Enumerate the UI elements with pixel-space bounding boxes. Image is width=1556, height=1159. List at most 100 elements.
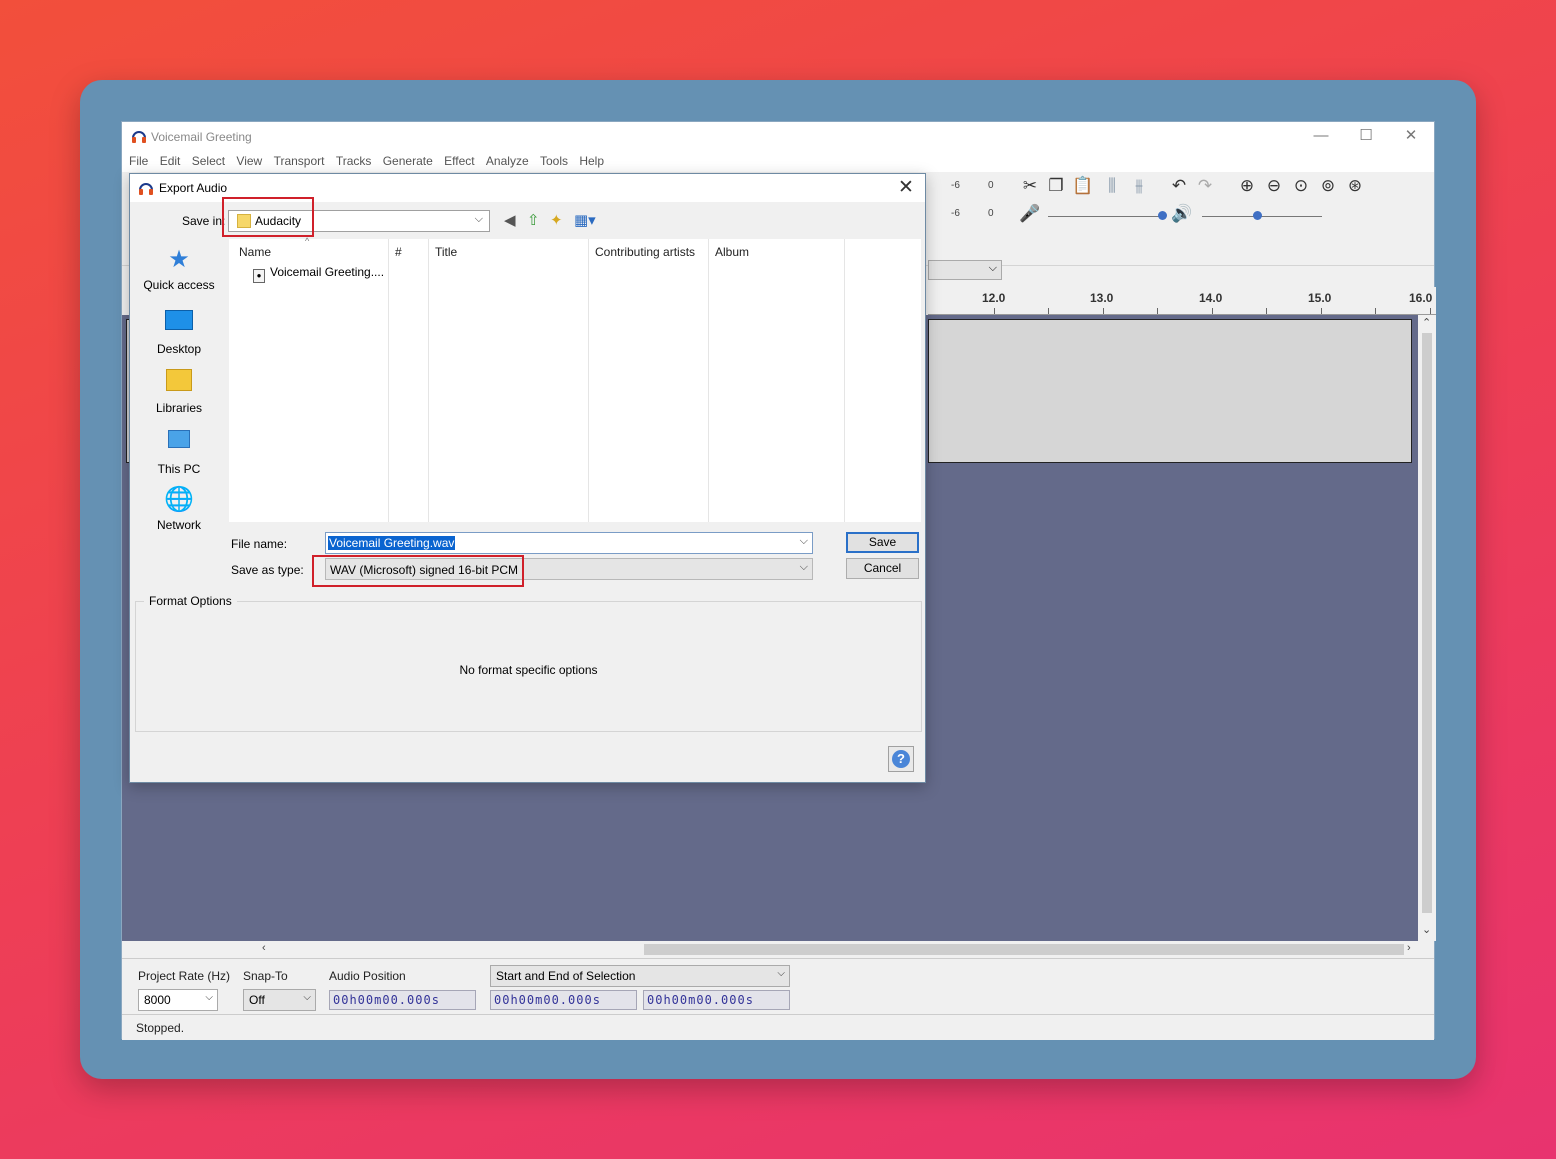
vertical-scrollbar[interactable]: ⌃ ⌄	[1418, 315, 1436, 941]
format-options-label: Format Options	[144, 594, 237, 608]
computer-icon	[164, 430, 194, 458]
paste-icon[interactable]: 📋	[1071, 174, 1095, 198]
project-rate-value: 8000	[144, 993, 171, 1007]
vertical-scroll-thumb[interactable]	[1422, 333, 1432, 913]
scroll-left-icon[interactable]: ‹	[262, 942, 266, 954]
undo-icon[interactable]: ↶	[1167, 174, 1191, 198]
file-item[interactable]: ● Voicemail Greeting....	[253, 265, 384, 283]
redo-icon[interactable]: ↷	[1193, 174, 1217, 198]
audio-track-waveform[interactable]	[928, 319, 1412, 463]
file-name-input[interactable]: Voicemail Greeting.wav ⌵	[325, 532, 813, 554]
maximize-button[interactable]: ☐	[1346, 126, 1386, 146]
save-button[interactable]: Save	[846, 532, 919, 553]
playback-volume-slider[interactable]	[1202, 216, 1322, 217]
place-desktop[interactable]: Desktop	[134, 306, 224, 356]
fit-selection-icon[interactable]: ⊙	[1289, 174, 1313, 198]
close-window-button[interactable]: ✕	[1391, 126, 1431, 146]
ruler-label: 15.0	[1308, 291, 1332, 305]
place-quick-access[interactable]: ★ Quick access	[134, 246, 224, 292]
format-options-group: Format Options No format specific option…	[135, 594, 922, 732]
fit-project-icon[interactable]: ⊚	[1316, 174, 1340, 198]
horizontal-scrollbar[interactable]: ‹ ›	[122, 941, 1418, 958]
recording-volume-thumb[interactable]	[1158, 211, 1167, 220]
zoom-in-icon[interactable]: ⊕	[1235, 174, 1259, 198]
snap-to-combo[interactable]: Off ⌵	[243, 989, 316, 1011]
zoom-toggle-icon[interactable]: ⊛	[1343, 174, 1367, 198]
silence-icon[interactable]: ⫵	[1127, 174, 1151, 198]
column-divider[interactable]	[428, 239, 429, 522]
zoom-out-icon[interactable]: ⊖	[1262, 174, 1286, 198]
menu-select[interactable]: Select	[185, 150, 225, 168]
highlight-save-in	[222, 197, 314, 237]
dialog-close-button[interactable]: ✕	[895, 176, 917, 199]
column-divider[interactable]	[388, 239, 389, 522]
help-icon: ?	[892, 750, 910, 768]
project-rate-combo[interactable]: 8000 ⌵	[138, 989, 218, 1011]
column-header-number[interactable]: #	[395, 245, 402, 259]
selection-end-time[interactable]: 00h00m00.000s	[643, 990, 790, 1010]
ruler-tick	[1103, 308, 1104, 314]
place-network[interactable]: 🌐 Network	[134, 486, 224, 532]
play-meter-tick: -6	[951, 208, 960, 219]
playback-volume-thumb[interactable]	[1253, 211, 1262, 220]
menu-generate[interactable]: Generate	[376, 150, 433, 168]
selection-start-time[interactable]: 00h00m00.000s	[490, 990, 637, 1010]
column-header-name[interactable]: Name	[239, 245, 271, 259]
column-header-artists[interactable]: Contributing artists	[595, 245, 695, 259]
column-divider[interactable]	[588, 239, 589, 522]
scroll-down-icon[interactable]: ⌄	[1422, 923, 1431, 936]
scroll-up-icon[interactable]: ⌃	[1422, 316, 1431, 329]
ruler-tick	[1048, 308, 1049, 314]
menu-effect[interactable]: Effect	[437, 150, 474, 168]
menu-tracks[interactable]: Tracks	[329, 150, 372, 168]
menu-analyze[interactable]: Analyze	[479, 150, 529, 168]
menu-edit[interactable]: Edit	[153, 150, 181, 168]
chevron-down-icon[interactable]: ⌵	[800, 535, 808, 548]
rec-meter-tick: -6	[951, 180, 960, 191]
recording-volume-slider[interactable]	[1048, 216, 1164, 217]
ruler-label: 13.0	[1090, 291, 1114, 305]
audio-position-time[interactable]: 00h00m00.000s	[329, 990, 476, 1010]
new-folder-icon[interactable]: ✦	[550, 212, 563, 230]
copy-icon[interactable]: ❐	[1044, 174, 1068, 198]
column-divider[interactable]	[844, 239, 845, 522]
cancel-button[interactable]: Cancel	[846, 558, 919, 579]
star-icon: ★	[168, 246, 190, 273]
snap-to-value: Off	[249, 993, 265, 1007]
place-label: Quick access	[143, 278, 215, 292]
menu-help[interactable]: Help	[572, 150, 604, 168]
menu-view[interactable]: View	[229, 150, 262, 168]
chevron-down-icon: ⌵	[777, 968, 785, 979]
up-folder-icon[interactable]: ⇧	[527, 212, 540, 230]
place-libraries[interactable]: Libraries	[134, 366, 224, 415]
column-header-album[interactable]: Album	[715, 245, 749, 259]
ruler-tick	[1266, 308, 1267, 314]
cut-icon[interactable]: ✂	[1018, 174, 1042, 198]
export-audio-dialog: Export Audio ✕ Save in: Audacity ⌵ ◀ ⇧ ✦…	[129, 173, 926, 783]
chevron-down-icon: ⌵	[799, 561, 808, 573]
file-item-name: Voicemail Greeting....	[270, 265, 385, 279]
help-button[interactable]: ?	[888, 746, 914, 772]
network-icon: 🌐	[164, 486, 194, 513]
timeline-ruler[interactable]: 12.0 13.0 14.0 15.0 16.0	[928, 287, 1436, 315]
place-this-pc[interactable]: This PC	[134, 426, 224, 476]
selection-mode-combo[interactable]: Start and End of Selection ⌵	[490, 965, 790, 987]
places-bar: ★ Quick access Desktop Libraries This PC…	[134, 240, 224, 580]
ruler-tick	[1321, 308, 1322, 314]
menu-file[interactable]: File	[122, 150, 148, 168]
ruler-tick	[1212, 308, 1213, 314]
view-menu-icon[interactable]: ▦▾	[574, 212, 596, 230]
menu-transport[interactable]: Transport	[267, 150, 325, 168]
trim-icon[interactable]: ⫼	[1100, 174, 1124, 198]
column-header-title[interactable]: Title	[435, 245, 457, 259]
place-label: Desktop	[156, 342, 202, 356]
menu-tools[interactable]: Tools	[533, 150, 568, 168]
horizontal-scroll-thumb[interactable]	[644, 944, 1404, 955]
column-divider[interactable]	[708, 239, 709, 522]
audio-position-label: Audio Position	[329, 969, 406, 983]
back-icon[interactable]: ◀	[504, 212, 516, 230]
scroll-right-icon[interactable]: ›	[1407, 942, 1411, 954]
file-list[interactable]: Name ^ # Title Contributing artists Albu…	[229, 236, 921, 522]
device-combo[interactable]: ⌵	[928, 260, 1002, 280]
minimize-button[interactable]: —	[1301, 126, 1341, 146]
